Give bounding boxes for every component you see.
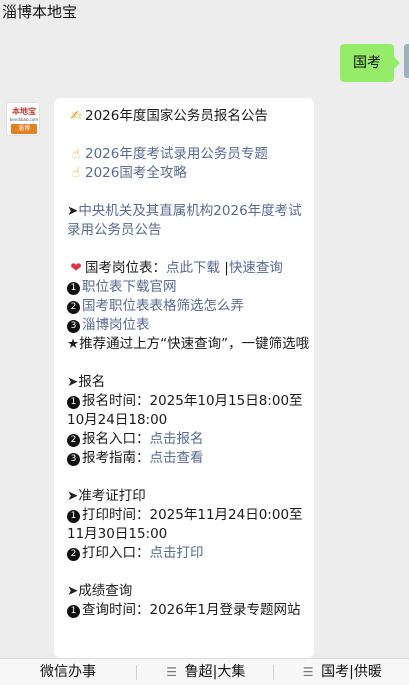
article-link[interactable]: 职位表下载官网 xyxy=(82,279,177,295)
article-line: ➤中央机关及其直属机构2026年度考试录用公务员公告 xyxy=(67,202,312,240)
article-line: ★推荐通过上方“快速查询”，一键筛选哦 xyxy=(67,335,312,354)
article-body: ✍ 2026年度国家公务员报名公告 ☝ 2026年度考试录用公务员专题 ☝ 2026国考全… xyxy=(67,107,312,620)
bottom-menu-bar: 微信办事 ☰ 鲁超|大集 ☰ 国考|供暖 xyxy=(0,658,409,685)
article-line: ☝ 2026年度考试录用公务员专题 xyxy=(67,145,312,164)
arrow-right-icon: ➤ xyxy=(67,374,79,390)
article-text: 2026年度国家公务员报名公告 xyxy=(85,108,268,124)
avatar-logo-city: 淄博 xyxy=(11,124,37,134)
article-line: 2 打印入口：点击打印 xyxy=(67,544,312,563)
article-text: 打印入口： xyxy=(82,545,150,561)
article-text: 查询时间：2026年1月登录专题网站 xyxy=(82,602,301,618)
menu-item-label: 鲁超|大集 xyxy=(184,664,246,680)
menu-icon: ☰ xyxy=(302,665,314,679)
article-text: 报名 xyxy=(78,374,106,390)
article-text: 报名入口： xyxy=(82,431,150,447)
menu-icon: ☰ xyxy=(166,665,178,679)
article-line: 3 淄博岗位表 xyxy=(67,316,312,335)
number-3-icon: 3 xyxy=(67,453,80,466)
number-1-icon: 1 xyxy=(67,510,80,523)
article-link[interactable]: 点击报名 xyxy=(150,431,204,447)
number-1-icon: 1 xyxy=(67,282,80,295)
official-account-avatar[interactable]: 本地宝 bendibao.com 淄博 xyxy=(6,102,40,136)
number-2-icon: 2 xyxy=(67,301,80,314)
article-link[interactable]: 2026年度考试录用公务员专题 xyxy=(85,146,268,162)
number-2-icon: 2 xyxy=(67,434,80,447)
article-text: 打印时间：2025年11月24日0:00至11月30日15:00 xyxy=(67,507,303,542)
article-line: 2 报名入口：点击报名 xyxy=(67,430,312,449)
user-avatar[interactable] xyxy=(404,44,409,78)
menu-item-wechat-service[interactable]: 微信办事 xyxy=(0,659,136,685)
heart-icon: ❤ xyxy=(70,260,82,276)
article-line: 1 报名时间：2025年10月15日8:00至10月24日18:00 xyxy=(67,392,312,430)
article-text: 准考证打印 xyxy=(78,488,146,504)
avatar-logo-domain: bendibao.com xyxy=(9,117,39,122)
article-link[interactable]: 国考职位表表格筛选怎么弄 xyxy=(82,298,244,314)
article-line: 2 国考职位表表格筛选怎么弄 xyxy=(67,297,312,316)
menu-item-luchao-daji[interactable]: ☰ 鲁超|大集 xyxy=(137,659,273,685)
number-1-icon: 1 xyxy=(67,396,80,409)
number-1-icon: 1 xyxy=(67,605,80,618)
number-2-icon: 2 xyxy=(67,548,80,561)
article-link[interactable]: 点击打印 xyxy=(150,545,204,561)
article-line: 1 职位表下载官网 xyxy=(67,278,312,297)
article-text: 报名时间：2025年10月15日8:00至10月24日18:00 xyxy=(67,393,303,428)
article-text: 成绩查询 xyxy=(78,583,133,599)
user-message-bubble: 国考 xyxy=(340,44,400,82)
menu-item-label: 微信办事 xyxy=(40,664,96,680)
article-line: ➤成绩查询 xyxy=(67,582,312,601)
article-link[interactable]: 点此下载 xyxy=(166,260,220,276)
article-link[interactable]: 淄博岗位表 xyxy=(82,317,150,333)
link-separator: | xyxy=(220,260,229,276)
article-text: 国考岗位表： xyxy=(85,260,166,276)
pencil-icon: ✍ xyxy=(70,108,82,124)
star-icon: ★ xyxy=(67,336,80,352)
article-text: 报考指南： xyxy=(82,450,150,466)
article-text: 推荐通过上方“快速查询”，一键筛选哦 xyxy=(79,336,310,352)
menu-item-guokao-gongnuan[interactable]: ☰ 国考|供暖 xyxy=(274,659,409,685)
article-line: ➤报名 xyxy=(67,373,312,392)
article-message-card: ✍ 2026年度国家公务员报名公告 ☝ 2026年度考试录用公务员专题 ☝ 2026国考全… xyxy=(54,98,314,658)
article-line: ✍ 2026年度国家公务员报名公告 xyxy=(67,107,312,126)
article-link[interactable]: 点击查看 xyxy=(150,450,204,466)
article-line: ❤ 国考岗位表：点此下载 |快速查询 xyxy=(67,259,312,278)
number-3-icon: 3 xyxy=(67,320,80,333)
article-link[interactable]: 中央机关及其直属机构2026年度考试录用公务员公告 xyxy=(67,203,302,238)
article-line: ☝ 2026国考全攻略 xyxy=(67,164,312,183)
article-link[interactable]: 2026国考全攻略 xyxy=(85,165,187,181)
article-line: 3 报考指南：点击查看 xyxy=(67,449,312,468)
hand-icon: ☝ xyxy=(71,165,81,181)
article-line: 1 打印时间：2025年11月24日0:00至11月30日15:00 xyxy=(67,506,312,544)
arrow-right-icon: ➤ xyxy=(67,203,79,219)
arrow-right-icon: ➤ xyxy=(67,583,79,599)
article-line: ➤准考证打印 xyxy=(67,487,312,506)
chat-title: 淄博本地宝 xyxy=(0,0,409,24)
article-line: 1 查询时间：2026年1月登录专题网站 xyxy=(67,601,312,620)
arrow-right-icon: ➤ xyxy=(67,488,79,504)
article-link[interactable]: 快速查询 xyxy=(229,260,283,276)
hand-icon: ☝ xyxy=(71,146,81,162)
menu-item-label: 国考|供暖 xyxy=(321,664,382,680)
